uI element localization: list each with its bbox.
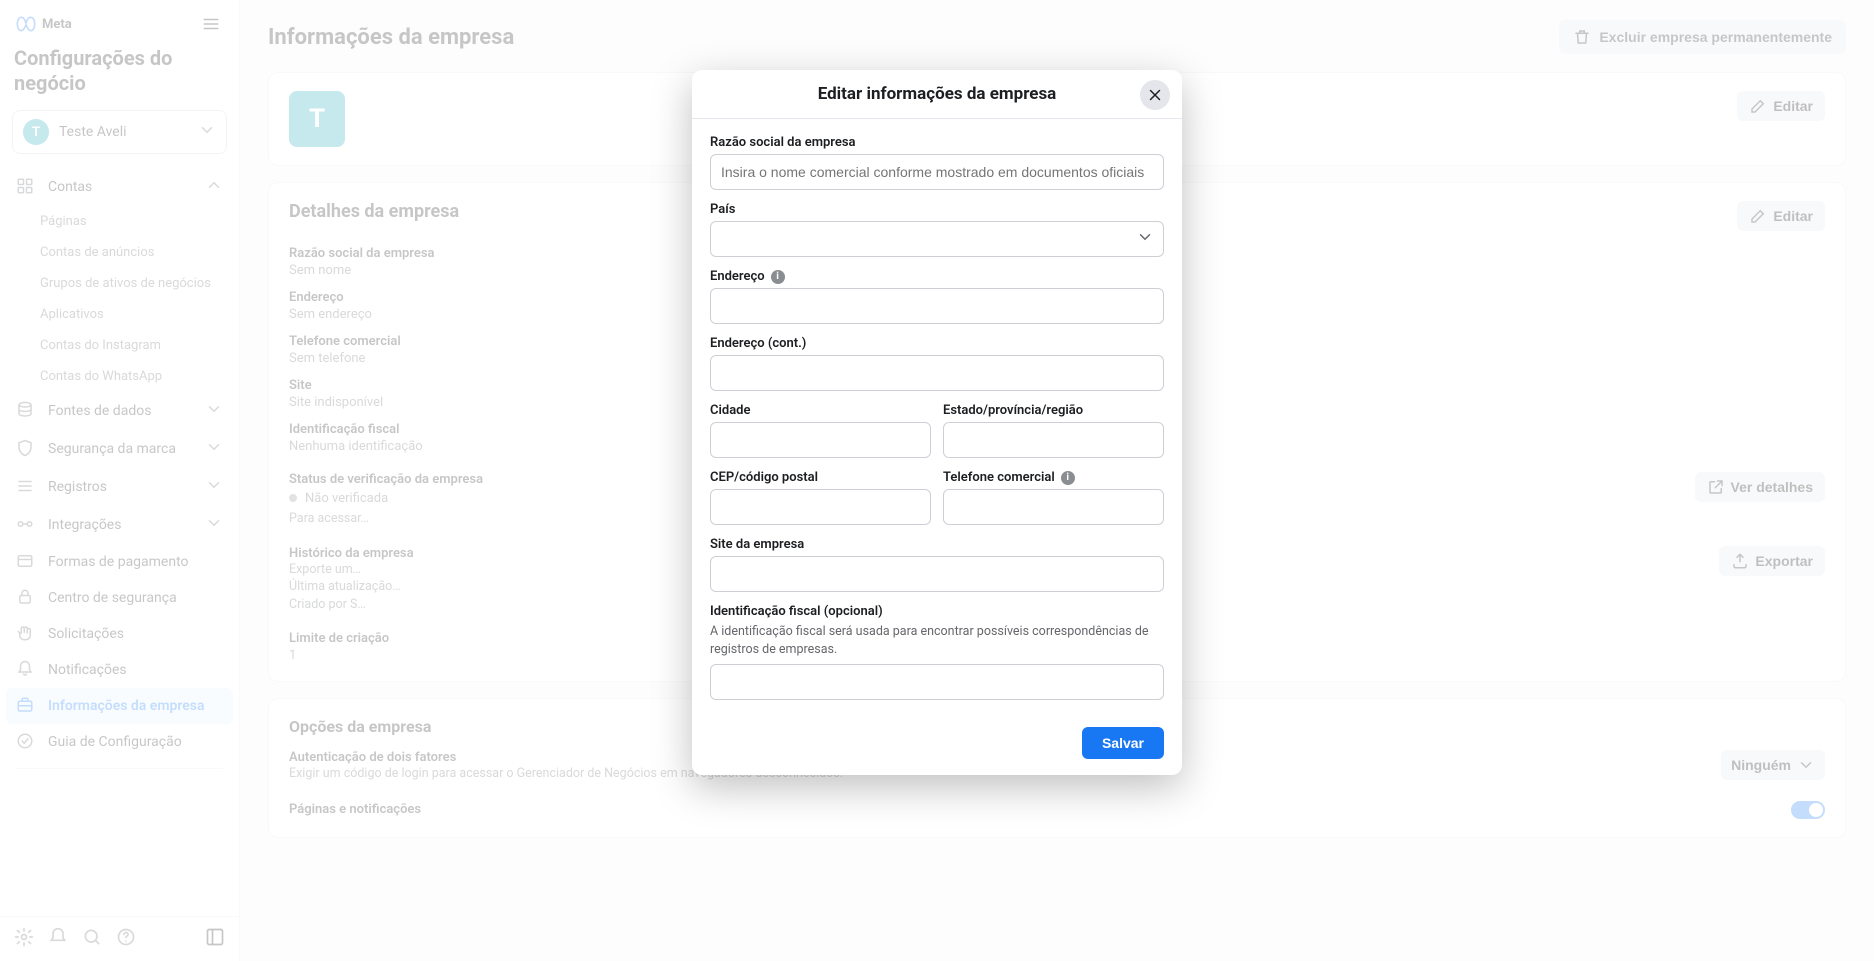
modal-label-telefone: Telefone comercial bbox=[943, 470, 1055, 485]
info-icon[interactable]: i bbox=[771, 270, 785, 284]
modal-label-fiscal: Identificação fiscal (opcional) bbox=[710, 604, 1164, 619]
edit-business-modal: Editar informações da empresa Razão soci… bbox=[692, 70, 1182, 775]
input-estado[interactable] bbox=[943, 422, 1164, 458]
modal-close-button[interactable] bbox=[1140, 80, 1170, 110]
info-icon[interactable]: i bbox=[1061, 471, 1075, 485]
modal-label-pais: País bbox=[710, 202, 1164, 217]
input-cidade[interactable] bbox=[710, 422, 931, 458]
select-pais[interactable] bbox=[710, 221, 1164, 257]
input-endereco[interactable] bbox=[710, 288, 1164, 324]
input-site[interactable] bbox=[710, 556, 1164, 592]
modal-label-site: Site da empresa bbox=[710, 537, 1164, 552]
input-razao[interactable] bbox=[710, 154, 1164, 190]
close-icon bbox=[1146, 86, 1164, 104]
modal-label-cep: CEP/código postal bbox=[710, 470, 931, 485]
modal-title: Editar informações da empresa bbox=[818, 84, 1057, 104]
modal-label-cidade: Cidade bbox=[710, 403, 931, 418]
input-telefone[interactable] bbox=[943, 489, 1164, 525]
save-button[interactable]: Salvar bbox=[1082, 727, 1164, 759]
modal-fiscal-help: A identificação fiscal será usada para e… bbox=[710, 623, 1164, 658]
input-fiscal[interactable] bbox=[710, 664, 1164, 700]
input-cep[interactable] bbox=[710, 489, 931, 525]
modal-label-endereco: Endereço bbox=[710, 269, 765, 284]
modal-label-razao: Razão social da empresa bbox=[710, 135, 1164, 150]
save-button-label: Salvar bbox=[1102, 735, 1144, 751]
modal-label-estado: Estado/província/região bbox=[943, 403, 1164, 418]
modal-backdrop[interactable]: Editar informações da empresa Razão soci… bbox=[0, 0, 1874, 961]
input-endereco-cont[interactable] bbox=[710, 355, 1164, 391]
modal-label-endereco2: Endereço (cont.) bbox=[710, 336, 1164, 351]
